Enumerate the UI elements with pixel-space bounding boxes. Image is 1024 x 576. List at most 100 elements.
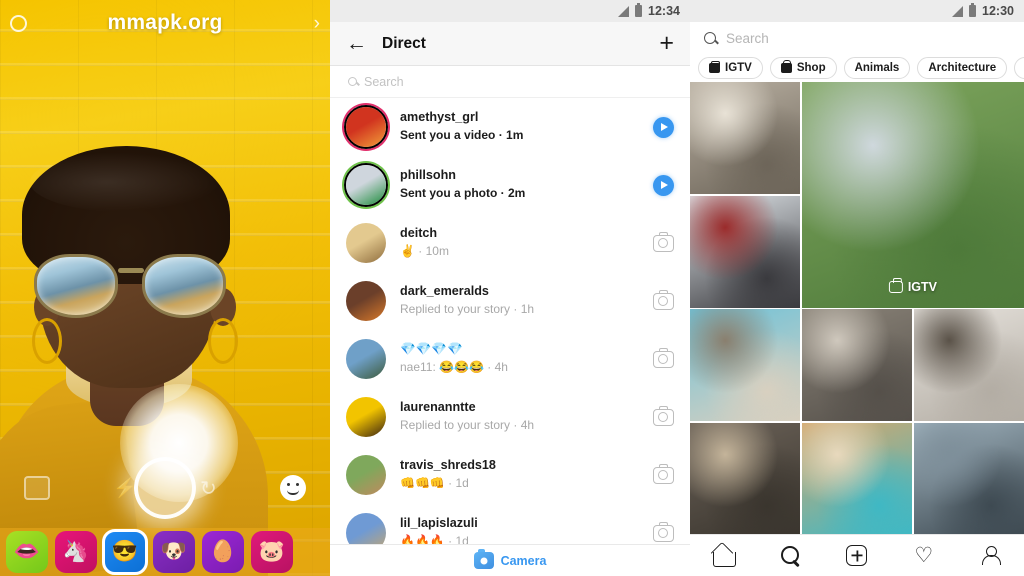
sunglasses-bridge <box>118 268 144 273</box>
thread-username: lil_lapislazuli <box>400 516 478 531</box>
camera-icon[interactable] <box>652 521 674 542</box>
thread-preview: ✌️ · 10m <box>400 244 449 259</box>
chip-label: Architecture <box>928 62 997 74</box>
dog-filter[interactable]: 🐶 <box>153 531 195 573</box>
person-earring-right <box>208 318 238 364</box>
gallery-thumbnail-icon[interactable] <box>24 476 50 500</box>
rabbit-post[interactable] <box>690 82 801 194</box>
heart-icon[interactable]: ♡ <box>912 544 935 567</box>
direct-search-field[interactable]: Search <box>330 66 690 98</box>
thread-preview: Replied to your story · 4h <box>400 418 535 433</box>
direct-camera-button[interactable]: Camera <box>330 544 690 576</box>
thread-camera-action[interactable] <box>650 405 676 426</box>
avatar[interactable] <box>344 105 388 149</box>
igtv-badge-label: IGTV <box>907 279 937 294</box>
camera-icon[interactable] <box>652 463 674 484</box>
explore-panel: 12:30 Search IGTV Shop Animals Architecture… <box>690 0 1024 576</box>
camera-icon[interactable] <box>652 347 674 368</box>
explore-post-grid[interactable]: IGTV <box>690 82 1024 534</box>
pig-filter[interactable]: 🐷 <box>251 531 293 573</box>
igtv-dog-video[interactable]: IGTV <box>801 82 1024 308</box>
direct-thread-list[interactable]: amethyst_grl Sent you a video · 1m phillso… <box>330 98 690 544</box>
play-button[interactable] <box>652 116 674 138</box>
cat-laptop-post[interactable] <box>801 309 913 421</box>
sunglasses <box>34 254 226 318</box>
direct-thread-row[interactable]: phillsohn Sent you a photo · 2m <box>330 156 690 214</box>
thread-camera-action[interactable] <box>650 289 676 310</box>
camera-controls: ⚡ ↻ <box>0 457 330 519</box>
dog-beach-post[interactable] <box>690 309 801 421</box>
direct-thread-row[interactable]: 💎💎💎💎 nae11: 😂😂😂 · 4h <box>330 330 690 388</box>
avatar[interactable] <box>344 163 388 207</box>
egg-filter[interactable]: 🥚 <box>202 531 244 573</box>
thread-camera-action[interactable] <box>650 463 676 484</box>
thread-username: amethyst_grl <box>400 110 479 125</box>
unicorn-filter[interactable]: 🦄 <box>55 531 97 573</box>
dog-snow-post[interactable] <box>690 195 801 308</box>
camera-icon[interactable] <box>652 289 674 310</box>
thread-text: laurenanntte Replied to your story · 4h <box>400 399 638 434</box>
dog-blanket-post[interactable] <box>801 422 913 534</box>
sunglasses-filter[interactable]: 😎 <box>102 529 148 575</box>
sunglasses-lens-left <box>34 254 118 318</box>
egg-filter-glyph: 🥚 <box>209 540 237 563</box>
filter-carousel[interactable]: 👄 🦄 😎 🐶 🥚 🐷 <box>0 528 330 576</box>
category-chip-shop[interactable]: Shop <box>769 57 837 79</box>
chip-label: Animals <box>854 62 900 74</box>
thread-play-action[interactable] <box>650 174 676 196</box>
new-message-icon[interactable]: + <box>659 31 674 56</box>
category-chip-science[interactable]: Science <box>1014 57 1024 79</box>
direct-status-bar: 12:34 <box>330 0 690 22</box>
direct-thread-row[interactable]: lil_lapislazuli 🔥🔥🔥 · 1d <box>330 504 690 544</box>
plus-square-icon[interactable] <box>845 544 868 567</box>
category-chip-igtv[interactable]: IGTV <box>698 57 763 79</box>
category-chip-architecture[interactable]: Architecture <box>917 57 1008 79</box>
thread-preview: Replied to your story · 1h <box>400 302 535 317</box>
thread-text: 💎💎💎💎 nae11: 😂😂😂 · 4h <box>400 341 638 376</box>
thread-preview: Sent you a photo · 2m <box>400 186 526 201</box>
bottom-navigation-bar[interactable]: ♡ <box>690 534 1024 576</box>
search-icon[interactable] <box>779 544 802 567</box>
thread-camera-action[interactable] <box>650 231 676 252</box>
category-chip-animals[interactable]: Animals <box>843 57 911 79</box>
direct-thread-row[interactable]: deitch ✌️ · 10m <box>330 214 690 272</box>
thread-username: laurenanntte <box>400 400 476 415</box>
camera-icon[interactable] <box>652 231 674 252</box>
search-icon <box>704 32 716 44</box>
sunglasses-lens-right <box>142 254 226 318</box>
thread-username: 💎💎💎💎 <box>400 342 463 357</box>
camera-icon[interactable] <box>652 405 674 426</box>
smiley-face-icon[interactable] <box>280 475 306 501</box>
thread-camera-action[interactable] <box>650 347 676 368</box>
person-earring-left <box>32 318 62 364</box>
avatar[interactable] <box>344 511 388 544</box>
direct-thread-row[interactable]: travis_shreds18 👊👊👊 · 1d <box>330 446 690 504</box>
cats-cuddle-post[interactable] <box>690 422 801 534</box>
shutter-button[interactable] <box>134 457 196 519</box>
thread-text: amethyst_grl Sent you a video · 1m <box>400 109 638 144</box>
category-chip-row[interactable]: IGTV Shop Animals Architecture Science <box>690 54 1024 82</box>
direct-thread-row[interactable]: dark_emeralds Replied to your story · 1h <box>330 272 690 330</box>
avatar[interactable] <box>344 337 388 381</box>
sunglasses-filter-glyph: 😎 <box>111 540 139 563</box>
husky-lake-post[interactable] <box>913 422 1024 534</box>
dog-bed-post[interactable] <box>913 309 1024 421</box>
avatar[interactable] <box>344 221 388 265</box>
play-button[interactable] <box>652 174 674 196</box>
mouth-filter[interactable]: 👄 <box>6 531 48 573</box>
avatar[interactable] <box>344 395 388 439</box>
avatar-image <box>346 107 386 147</box>
avatar[interactable] <box>344 279 388 323</box>
person-icon[interactable] <box>979 544 1002 567</box>
thread-text: travis_shreds18 👊👊👊 · 1d <box>400 457 638 492</box>
explore-search-field[interactable]: Search <box>690 22 1024 54</box>
thread-play-action[interactable] <box>650 116 676 138</box>
back-icon[interactable]: ← <box>346 33 376 54</box>
direct-thread-row[interactable]: laurenanntte Replied to your story · 4h <box>330 388 690 446</box>
thread-username: deitch <box>400 226 438 241</box>
home-icon[interactable] <box>712 544 736 567</box>
avatar[interactable] <box>344 453 388 497</box>
flip-camera-icon[interactable]: ↻ <box>200 476 217 501</box>
thread-camera-action[interactable] <box>650 521 676 542</box>
direct-thread-row[interactable]: amethyst_grl Sent you a video · 1m <box>330 98 690 156</box>
